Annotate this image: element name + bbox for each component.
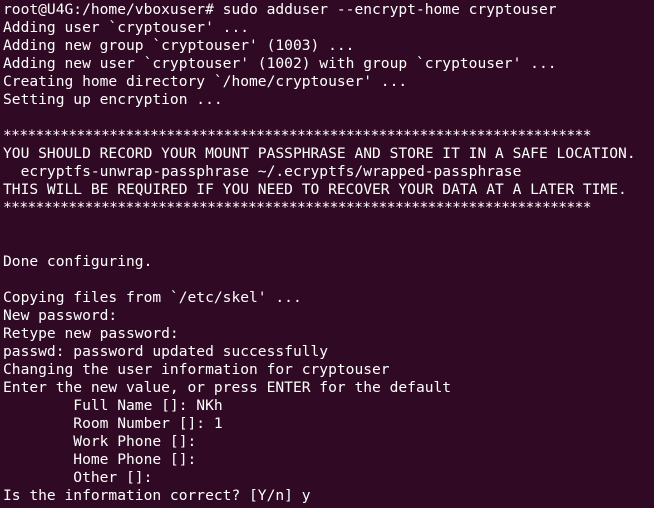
user-info-field: Other []: xyxy=(3,469,153,486)
output-line: Setting up encryption ... xyxy=(3,91,223,108)
output-line: Adding new group `cryptouser' (1003) ... xyxy=(3,37,355,54)
output-line: passwd: password updated successfully xyxy=(3,343,329,360)
output-line: Creating home directory `/home/cryptouse… xyxy=(3,73,408,90)
user-info-field: Room Number []: 1 xyxy=(3,415,223,432)
prompt-command-line: root@U4G:/home/vboxuser# sudo adduser --… xyxy=(3,1,557,18)
user-info-field: Home Phone []: xyxy=(3,451,197,468)
warning-line: YOU SHOULD RECORD YOUR MOUNT PASSPHRASE … xyxy=(3,145,636,162)
asterisk-divider: ****************************************… xyxy=(3,199,592,216)
asterisk-divider: ****************************************… xyxy=(3,127,592,144)
user-info-field: Full Name []: NKh xyxy=(3,397,223,414)
unwrap-command-hint: ecryptfs-unwrap-passphrase ~/.ecryptfs/w… xyxy=(3,163,522,180)
password-prompt: Retype new password: xyxy=(3,325,179,342)
output-line: Adding user `cryptouser' ... xyxy=(3,19,250,36)
password-prompt: New password: xyxy=(3,307,118,324)
warning-line: THIS WILL BE REQUIRED IF YOU NEED TO REC… xyxy=(3,181,627,198)
terminal-window[interactable]: root@U4G:/home/vboxuser# sudo adduser --… xyxy=(0,0,654,508)
output-line: Done configuring. xyxy=(3,253,153,270)
output-line: Adding new user `cryptouser' (1002) with… xyxy=(3,55,557,72)
output-line: Enter the new value, or press ENTER for … xyxy=(3,379,452,396)
output-line: Changing the user information for crypto… xyxy=(3,361,390,378)
output-line: Copying files from `/etc/skel' ... xyxy=(3,289,302,306)
user-info-field: Work Phone []: xyxy=(3,433,197,450)
confirm-prompt: Is the information correct? [Y/n] y xyxy=(3,487,311,504)
